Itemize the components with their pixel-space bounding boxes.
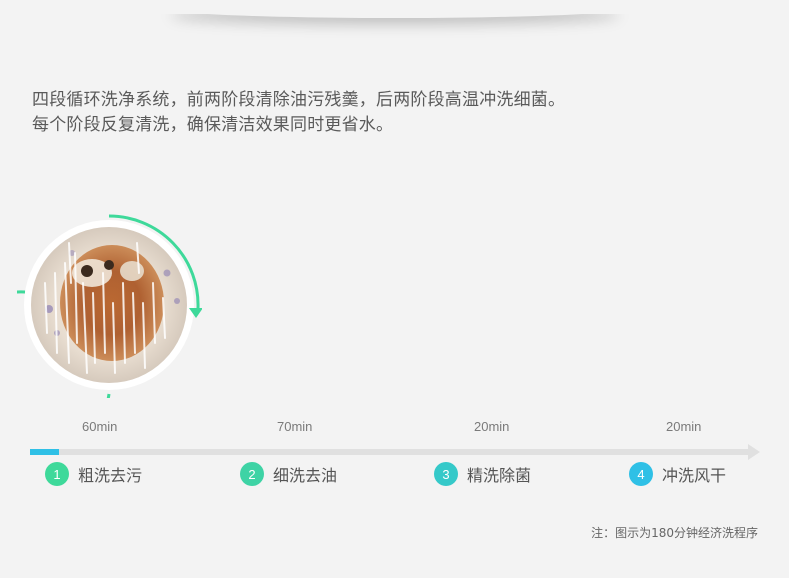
- stage-3: 3 精洗除菌: [434, 462, 531, 486]
- stage-3-number-badge: 3: [434, 462, 458, 486]
- stage-4-time: 20min: [666, 419, 702, 434]
- stage-4-label: 冲洗风干: [662, 466, 727, 485]
- stage-3-label: 精洗除菌: [467, 466, 532, 485]
- stage-4-number-badge: 4: [629, 462, 653, 486]
- dish-svg: [17, 214, 202, 398]
- stage-1-number-badge: 1: [45, 462, 69, 486]
- dish-illustration: [17, 213, 202, 398]
- progress-fill: [30, 449, 59, 455]
- stage-1-time: 60min: [82, 419, 118, 434]
- stage-4: 4 冲洗风干: [629, 462, 726, 486]
- program-note: 注：图示为180分钟经济洗程序: [591, 526, 758, 540]
- top-shadow-mask: [0, 0, 789, 14]
- progress-track: [30, 449, 750, 455]
- intro-line-2: 每个阶段反复清洗，确保清洁效果同时更省水。: [32, 115, 394, 135]
- stage-1-label: 粗洗去污: [78, 466, 143, 485]
- stage-2-time: 70min: [277, 419, 313, 434]
- intro-line-1: 四段循环洗净系统，前两阶段清除油污残羹，后两阶段高温冲洗细菌。: [32, 90, 566, 110]
- stage-2: 2 细洗去油: [240, 462, 337, 486]
- progress-arrow-icon: [748, 444, 760, 460]
- stage-3-time: 20min: [474, 419, 510, 434]
- intro-text: 四段循环洗净系统，前两阶段清除油污残羹，后两阶段高温冲洗细菌。 每个阶段反复清洗…: [32, 88, 565, 138]
- stage-1: 1 粗洗去污: [45, 462, 142, 486]
- stage-2-number-badge: 2: [240, 462, 264, 486]
- page: 四段循环洗净系统，前两阶段清除油污残羹，后两阶段高温冲洗细菌。 每个阶段反复清洗…: [0, 0, 789, 578]
- stage-2-label: 细洗去油: [273, 466, 338, 485]
